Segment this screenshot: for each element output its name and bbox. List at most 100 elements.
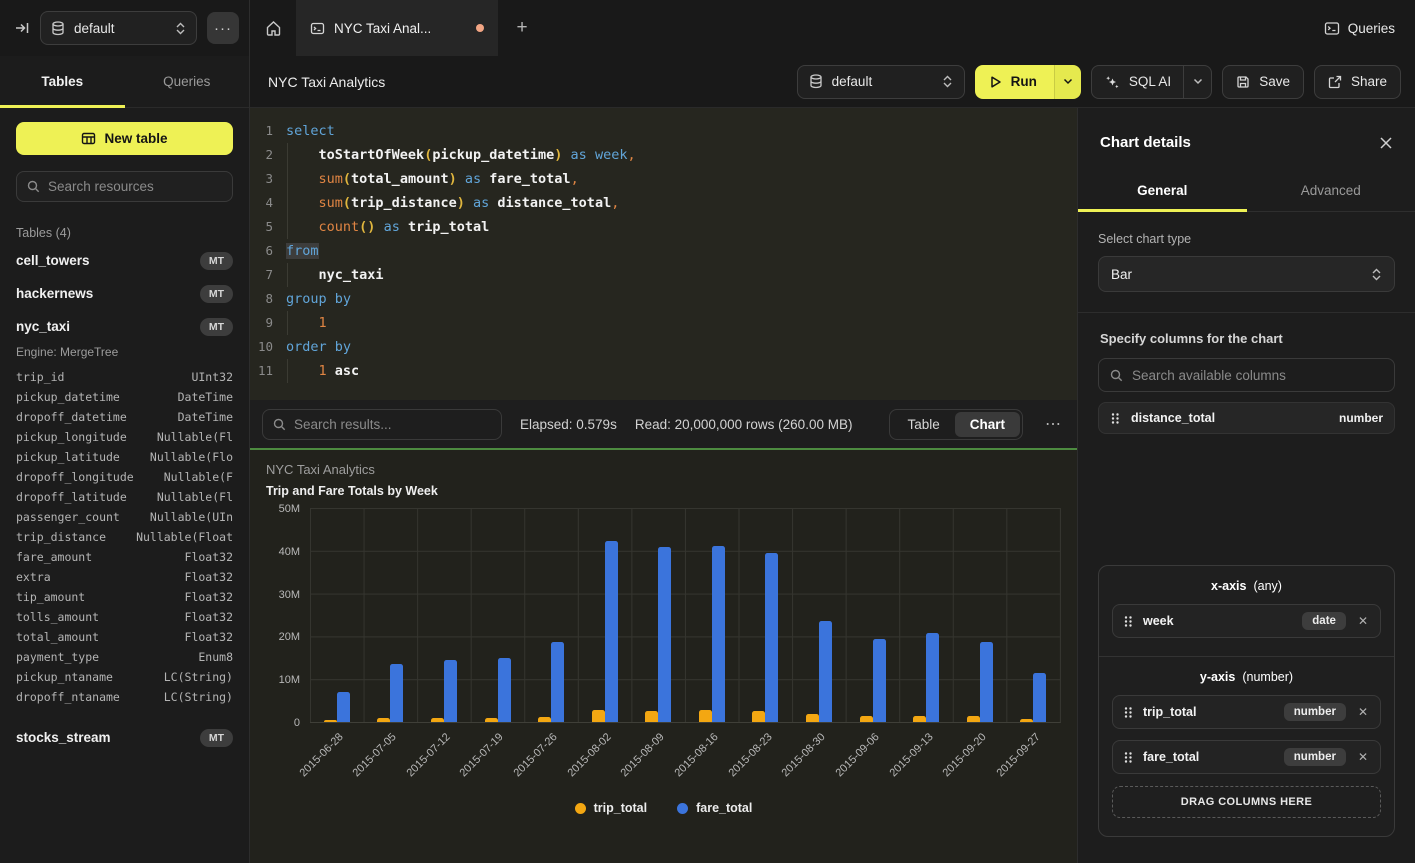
columns-search-input[interactable] [1132,368,1383,383]
drag-handle-icon[interactable] [1123,706,1133,719]
column-type: Float32 [185,570,233,584]
sql-ai-button[interactable]: SQL AI [1091,65,1212,99]
share-button[interactable]: Share [1314,65,1401,99]
results-more-button[interactable]: ⋯ [1041,414,1065,434]
tab-nyc-taxi-analytics[interactable]: NYC Taxi Anal... [296,0,498,56]
sql-code: group by [286,287,351,311]
fare_total-bar[interactable] [765,553,778,722]
save-button[interactable]: Save [1222,65,1304,99]
legend-dot [677,803,688,814]
trip_total-bar[interactable] [592,710,605,722]
trip_total-bar[interactable] [538,717,551,722]
sql-line: 8group by [250,287,1077,311]
trip_total-bar[interactable] [324,720,337,722]
x-axis-item-week[interactable]: week date ✕ [1112,604,1381,638]
trip_total-bar[interactable] [860,716,873,722]
fare_total-bar[interactable] [444,660,457,722]
fare_total-bar[interactable] [498,658,511,722]
column-name: dropoff_ntaname [16,690,120,704]
y-axis-item-trip-total[interactable]: trip_total number ✕ [1112,695,1381,729]
sql-token: () [359,219,375,235]
fare_total-bar[interactable] [980,642,993,722]
sql-code: nyc_taxi [286,263,384,287]
sql-token [286,363,319,379]
sidebar-tab-tables[interactable]: Tables [0,56,125,107]
sidebar-tab-queries[interactable]: Queries [125,56,250,107]
fare_total-bar[interactable] [873,639,886,722]
sql-editor[interactable]: 1select2 toStartOfWeek(pickup_datetime) … [250,108,1077,400]
view-toggle-chart[interactable]: Chart [955,412,1020,437]
remove-icon[interactable]: ✕ [1356,614,1370,628]
tab-general[interactable]: General [1078,169,1247,211]
legend-item-fare_total[interactable]: fare_total [677,801,752,815]
drag-handle-icon[interactable] [1110,412,1120,425]
axis-item-type-badge: date [1302,612,1346,630]
y-axis-item-fare-total[interactable]: fare_total number ✕ [1112,740,1381,774]
divider [1078,312,1415,313]
run-button[interactable]: Run [975,65,1054,99]
trip_total-bar[interactable] [967,716,980,722]
line-number: 10 [250,335,286,359]
drop-zone[interactable]: DRAG COLUMNS HERE [1112,786,1381,818]
chart-legend: trip_total fare_total [266,797,1061,823]
fare_total-bar[interactable] [926,633,939,722]
trip_total-bar[interactable] [431,718,444,722]
trip_total-bar[interactable] [806,714,819,722]
save-button-label: Save [1259,74,1290,89]
trip_total-bar[interactable] [645,711,658,722]
drag-handle-icon[interactable] [1123,615,1133,628]
legend-item-trip_total[interactable]: trip_total [575,801,647,815]
column-name: trip_distance [16,530,106,544]
trip_total-bar[interactable] [913,716,926,722]
trip_total-bar[interactable] [699,710,712,722]
queries-button[interactable]: Queries [1324,21,1395,36]
sql-token [286,195,319,211]
fare_total-bar[interactable] [1033,673,1046,722]
remove-icon[interactable]: ✕ [1356,750,1370,764]
sql-token: trip_total [408,219,489,235]
view-toggle-table[interactable]: Table [892,412,954,437]
columns-search [1098,358,1395,392]
sidebar-search-input[interactable] [48,179,222,194]
fare_total-bar[interactable] [605,541,618,722]
available-column-distance-total[interactable]: distance_total number [1098,402,1395,434]
chart-type-select[interactable]: Bar [1098,256,1395,292]
new-table-button[interactable]: New table [16,122,233,155]
home-button[interactable] [250,0,296,56]
close-panel-button[interactable] [1379,136,1393,150]
trip_total-bar[interactable] [377,718,390,722]
fare_total-bar[interactable] [551,642,564,722]
tab-advanced[interactable]: Advanced [1247,169,1415,211]
new-tab-button[interactable]: + [498,0,546,56]
fare_total-bar[interactable] [819,621,832,722]
chart-details-heading: Chart details [1100,134,1191,151]
x-label-cell: 2015-09-20 [954,723,1008,797]
fare_total-bar[interactable] [712,546,725,722]
table-list-item[interactable]: hackernewsMT [16,277,233,310]
table-list-item[interactable]: nyc_taxiMT [16,310,233,343]
column-name: pickup_ntaname [16,670,113,684]
run-options-button[interactable] [1054,65,1081,99]
fare_total-bar[interactable] [337,692,350,722]
table-list-item[interactable]: cell_towersMT [16,244,233,277]
table-list-item[interactable]: stocks_streamMT [16,721,233,754]
play-icon [989,75,1002,89]
results-search-input[interactable] [294,417,491,432]
fare_total-bar[interactable] [658,547,671,722]
sql-ai-options-button[interactable] [1183,66,1211,98]
drag-handle-icon[interactable] [1123,751,1133,764]
sidebar-collapse-button[interactable] [14,20,30,36]
trip_total-bar[interactable] [485,718,498,722]
line-number: 4 [250,191,286,215]
header-database-selector[interactable]: default [797,65,965,99]
table-column-row: dropoff_datetimeDateTime [16,407,233,427]
remove-icon[interactable]: ✕ [1356,705,1370,719]
fare_total-bar[interactable] [390,664,403,722]
table-name: stocks_stream [16,730,111,745]
trip_total-bar[interactable] [1020,719,1033,722]
trip_total-bar[interactable] [752,711,765,722]
table-column-row: tip_amountFloat32 [16,587,233,607]
database-selector[interactable]: default [40,11,197,45]
sidebar-more-button[interactable]: ··· [207,12,239,44]
column-name: pickup_datetime [16,390,120,404]
